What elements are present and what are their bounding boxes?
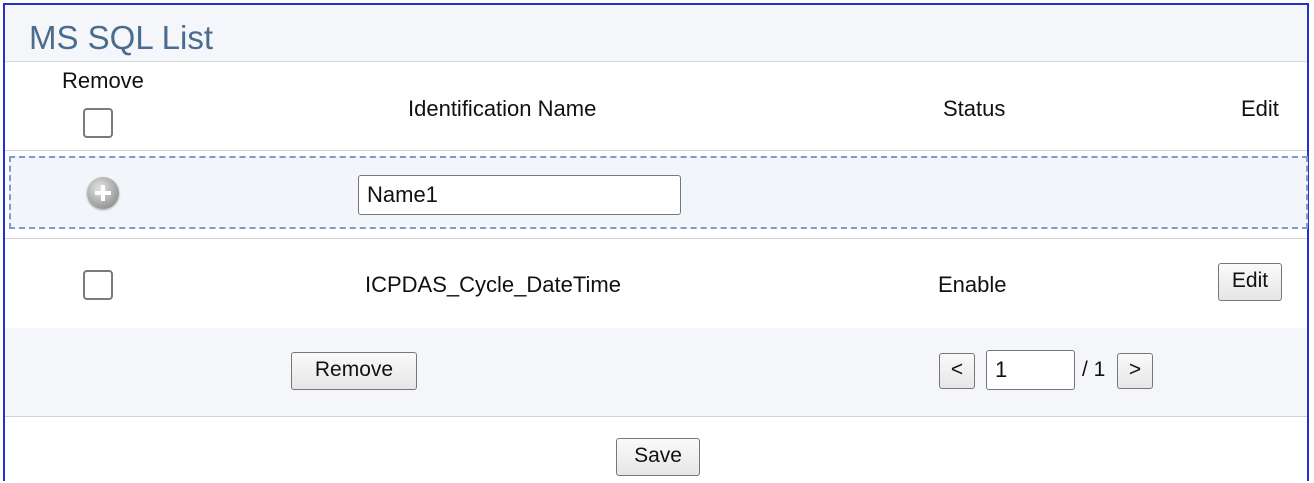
page-number-input[interactable]: [986, 350, 1075, 390]
edit-column-header: Edit: [1241, 96, 1279, 121]
table-controls-row: Remove < / 1 >: [5, 328, 1307, 417]
panel-title: MS SQL List: [29, 19, 213, 56]
table-header-row: Remove Identification Name Status Edit: [5, 62, 1307, 151]
status-column-header: Status: [943, 96, 1006, 121]
identification-name-column-header: Identification Name: [408, 96, 597, 121]
add-icon[interactable]: [87, 177, 119, 209]
identification-name-input[interactable]: [358, 175, 681, 215]
save-button[interactable]: Save: [616, 438, 700, 476]
edit-button[interactable]: Edit: [1218, 263, 1282, 301]
save-row: Save: [5, 417, 1307, 483]
page-total-label: / 1: [1082, 358, 1106, 381]
table-row: ICPDAS_Cycle_DateTime Enable Edit: [5, 238, 1307, 329]
select-all-checkbox[interactable]: [83, 108, 113, 138]
remove-button[interactable]: Remove: [291, 352, 417, 390]
row-status: Enable: [938, 272, 1007, 297]
remove-column-header: Remove: [62, 68, 144, 93]
panel-header: MS SQL List: [5, 5, 1307, 62]
previous-page-button[interactable]: <: [939, 353, 975, 389]
row-identification-name: ICPDAS_Cycle_DateTime: [365, 272, 621, 297]
new-entry-row: [9, 156, 1308, 229]
next-page-button[interactable]: >: [1117, 353, 1153, 389]
row-remove-checkbox[interactable]: [83, 270, 113, 300]
